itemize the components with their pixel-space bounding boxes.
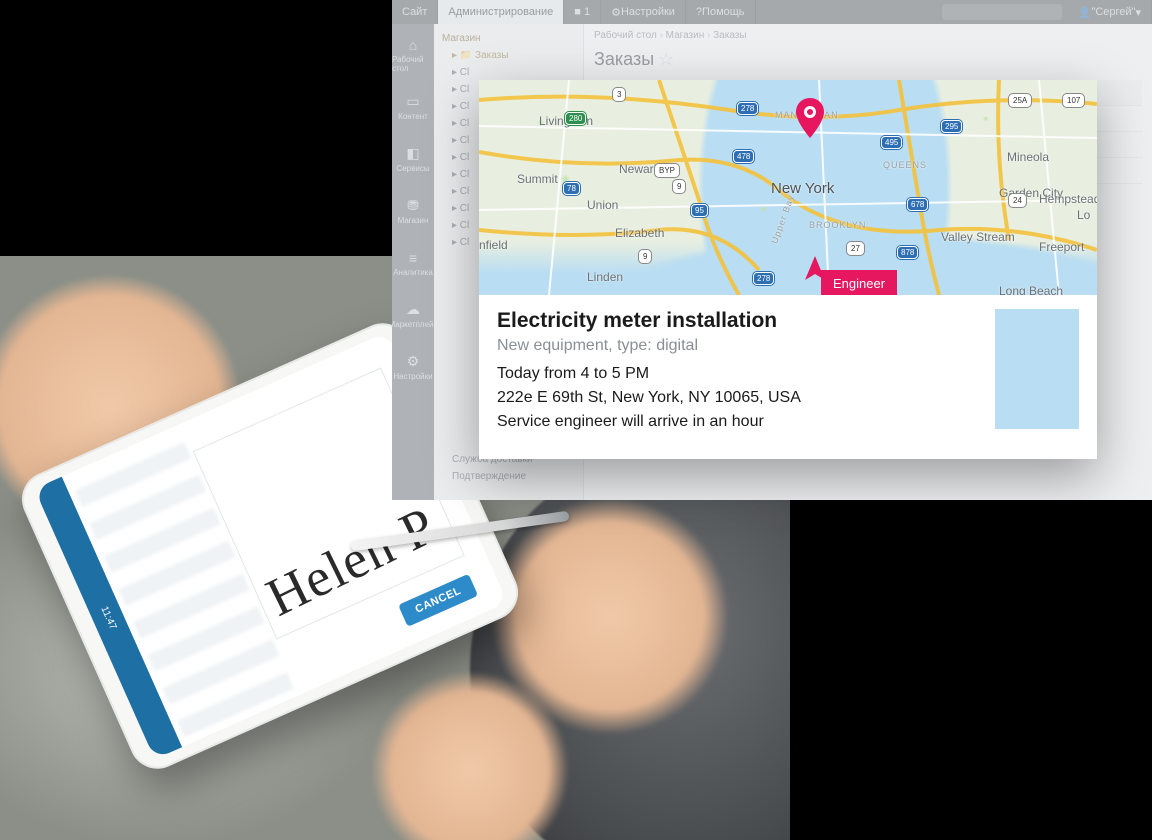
map-route-shield: 678 — [907, 198, 928, 211]
map-city-label: Long Beach — [999, 284, 1063, 295]
map-route-shield: 878 — [897, 246, 918, 259]
map-city-label: Elizabeth — [615, 226, 664, 240]
map-city-label: Mineola — [1007, 150, 1049, 164]
job-eta: Service engineer will arrive in an hour — [497, 413, 983, 431]
job-time: Today from 4 to 5 PM — [497, 365, 983, 383]
job-map[interactable]: LivingstonSummitNewarkUnionElizabethnfie… — [479, 80, 1097, 295]
map-city-label: BROOKLYN — [809, 220, 866, 230]
map-city-label: nfield — [479, 238, 508, 252]
map-route-shield: 9 — [639, 250, 651, 263]
map-city-label: New York — [771, 180, 834, 197]
job-card: LivingstonSummitNewarkUnionElizabethnfie… — [479, 80, 1097, 459]
job-address: 222e E 69th St, New York, NY 10065, USA — [497, 389, 983, 407]
map-route-shield: 278 — [753, 272, 774, 285]
map-route-shield: 478 — [733, 150, 754, 163]
map-route-shield: 495 — [881, 136, 902, 149]
map-route-shield: 24 — [1009, 194, 1026, 207]
map-route-shield: 107 — [1063, 94, 1084, 107]
map-route-shield: 9 — [673, 180, 685, 193]
map-city-label: Summit — [517, 172, 558, 186]
map-route-shield: 25A — [1009, 94, 1031, 107]
job-title: Electricity meter installation — [497, 309, 983, 333]
map-city-label: Hempstead — [1039, 192, 1097, 206]
map-city-label: Valley Stream — [941, 230, 1015, 244]
map-pin-icon — [795, 98, 825, 140]
map-route-shield: 95 — [691, 204, 708, 217]
job-subtitle: New equipment, type: digital — [497, 337, 983, 355]
map-route-shield: 3 — [613, 88, 625, 101]
job-info: Electricity meter installation New equip… — [479, 295, 1097, 459]
map-route-shield: 280 — [565, 112, 586, 125]
map-route-shield: 27 — [847, 242, 864, 255]
map-city-label: Linden — [587, 270, 623, 284]
map-route-shield: BYP — [655, 164, 679, 177]
tablet-time: 11:47 — [98, 605, 118, 632]
engineer-badge: Engineer — [821, 270, 897, 295]
map-city-label: Union — [587, 198, 618, 212]
map-city-label: QUEENS — [883, 160, 927, 170]
map-route-shield: 78 — [563, 182, 580, 195]
map-route-shield: 278 — [737, 102, 758, 115]
map-city-label: Freeport — [1039, 240, 1084, 254]
map-city-label: Lo — [1077, 208, 1090, 222]
map-city-label: Newark — [619, 162, 660, 176]
map-route-shield: 295 — [941, 120, 962, 133]
cancel-button[interactable]: CANCEL — [398, 574, 478, 627]
job-thumbnail — [995, 309, 1079, 429]
